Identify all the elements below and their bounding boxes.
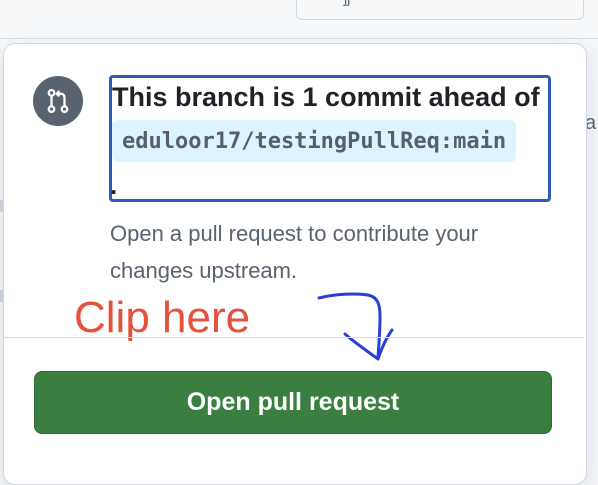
branch-ref-link[interactable]: eduloor17/testingPullReq:main xyxy=(112,120,517,162)
ahead-status-period: . xyxy=(110,170,118,200)
background-divider xyxy=(0,38,598,39)
ahead-status-text: This branch is 1 commit ahead of xyxy=(112,82,540,112)
background-input xyxy=(296,0,584,20)
annotation-label: Clip here xyxy=(74,293,251,342)
popover-divider xyxy=(4,337,584,338)
git-pull-request-icon xyxy=(33,76,83,126)
hand-drawn-arrow-icon xyxy=(317,292,394,361)
pull-request-description: Open a pull request to contribute your c… xyxy=(110,221,479,283)
open-pull-request-button[interactable]: Open pull request xyxy=(34,371,552,434)
background-input-text: ʃʃ xyxy=(344,0,350,6)
